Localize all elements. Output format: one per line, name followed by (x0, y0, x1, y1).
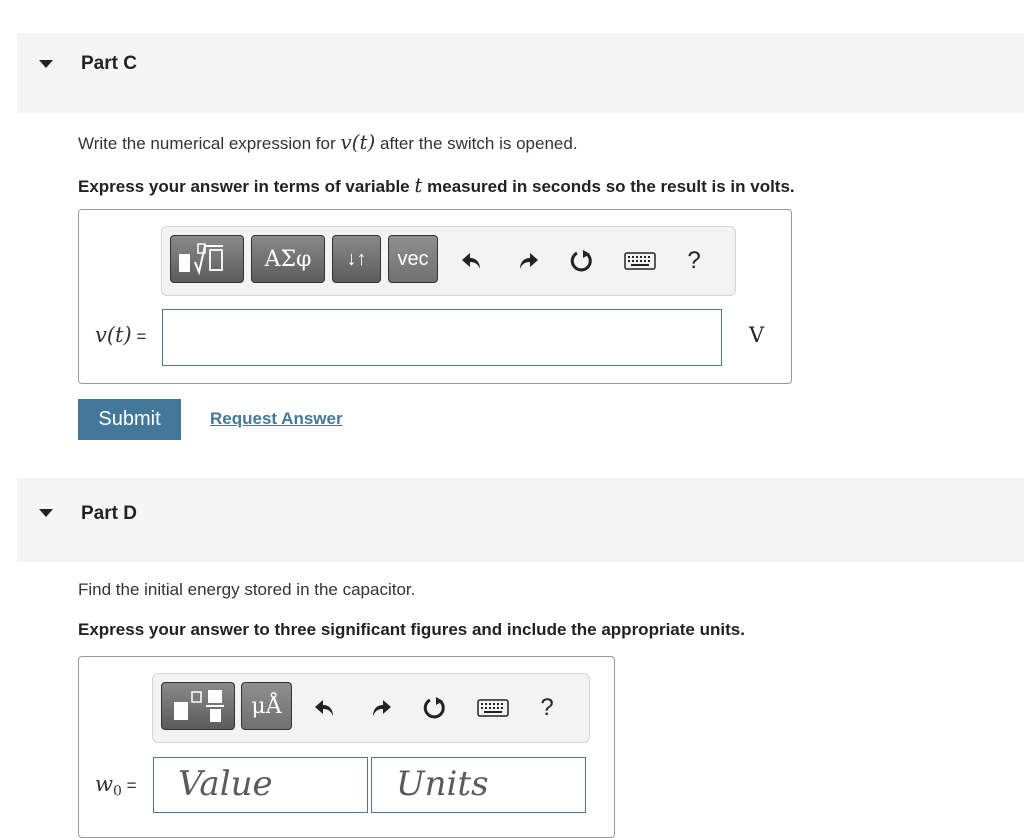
part-c-instruction: Write the numerical expression for v(t) … (78, 130, 578, 154)
units-input[interactable]: Units (371, 757, 586, 813)
math-toolbar: ΑΣφ ↓↑ vec ? (161, 226, 736, 296)
part-d-header[interactable]: Part D (17, 478, 1024, 562)
units-button[interactable]: μÅ (241, 682, 292, 730)
part-d-instruction: Find the initial energy stored in the ca… (78, 580, 416, 599)
templates-button[interactable] (161, 682, 235, 730)
template-radical-icon (179, 243, 223, 276)
reset-icon[interactable] (568, 247, 596, 275)
redo-icon[interactable] (514, 247, 542, 275)
reset-icon[interactable] (421, 694, 449, 722)
help-button[interactable]: ? (680, 247, 708, 275)
request-answer-link[interactable]: Request Answer (210, 409, 343, 429)
unit-label: V (749, 323, 765, 347)
redo-icon[interactable] (367, 694, 395, 722)
answer-label: w0 = (95, 772, 137, 800)
part-c-header[interactable]: Part C (17, 33, 1024, 113)
units-toolbar: μÅ ? (152, 673, 590, 743)
answer-label: v(t) = (95, 323, 147, 347)
part-d-answer-box: μÅ ? w0 = Value Units (78, 656, 615, 838)
part-d-title: Part D (81, 503, 137, 524)
value-placeholder: Value (178, 764, 273, 804)
templates-button[interactable] (170, 235, 244, 283)
submit-button[interactable]: Submit (78, 399, 181, 440)
vector-button[interactable]: vec (388, 235, 438, 283)
keyboard-icon[interactable] (477, 694, 509, 722)
template-fraction-icon (174, 690, 224, 722)
keyboard-icon[interactable] (624, 247, 656, 275)
undo-icon[interactable] (458, 247, 486, 275)
value-input[interactable]: Value (153, 757, 368, 813)
part-c-answer-box: ΑΣφ ↓↑ vec ? v(t) = V (78, 209, 792, 384)
part-c-title: Part C (81, 53, 137, 74)
units-placeholder: Units (396, 764, 489, 804)
undo-icon[interactable] (311, 694, 339, 722)
collapse-caret-icon[interactable] (39, 509, 53, 517)
part-d-express-instruction: Express your answer to three significant… (78, 620, 745, 639)
part-c-express-instruction: Express your answer in terms of variable… (78, 173, 795, 197)
help-button[interactable]: ? (533, 694, 561, 722)
arrows-button[interactable]: ↓↑ (332, 235, 381, 283)
greek-symbols-button[interactable]: ΑΣφ (251, 235, 325, 283)
expression-input[interactable] (162, 309, 722, 366)
collapse-caret-icon[interactable] (39, 60, 53, 68)
